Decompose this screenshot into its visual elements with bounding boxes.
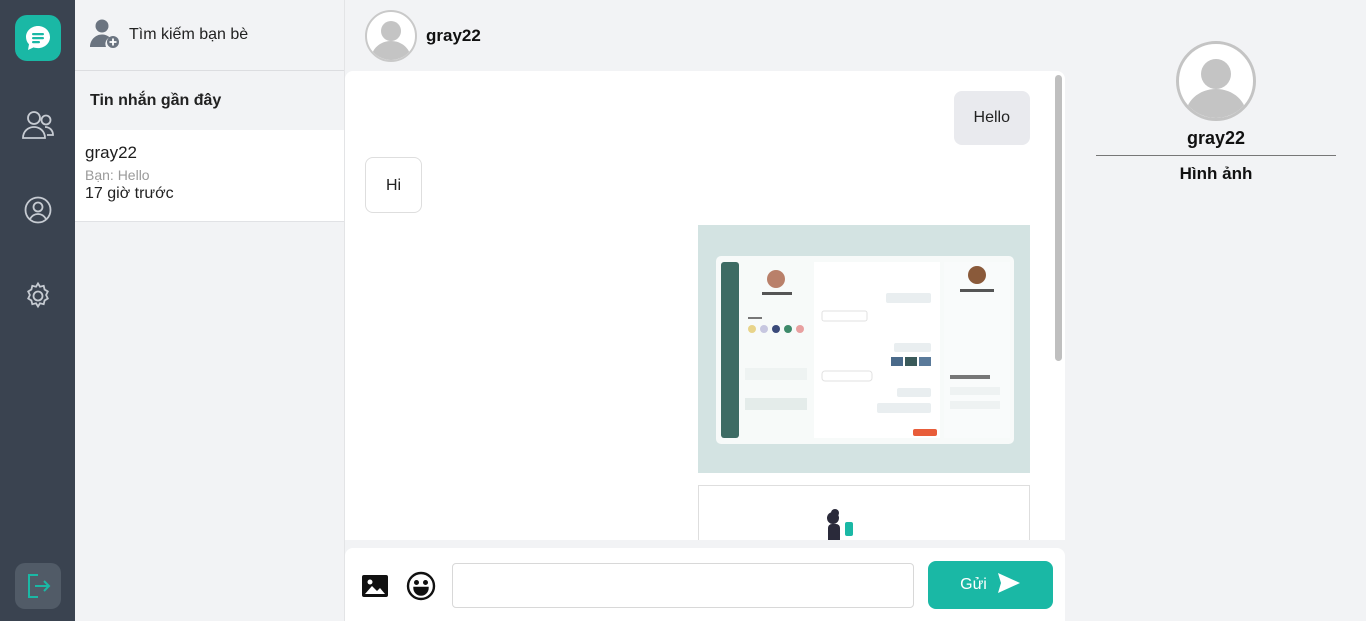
divider: [1096, 155, 1336, 156]
chat-bubble-icon[interactable]: [15, 15, 61, 61]
message-input[interactable]: [452, 563, 914, 608]
send-button-label: Gửi: [960, 576, 987, 593]
logout-icon[interactable]: [15, 563, 61, 609]
gear-icon[interactable]: [20, 278, 56, 314]
nav-rail: [0, 0, 75, 621]
recent-messages-title: Tin nhắn gần đây: [90, 91, 222, 109]
conversation-item[interactable]: gray22 Bạn: Hello 17 giờ trước: [75, 130, 344, 222]
conversation-name: gray22: [85, 143, 137, 162]
add-user-icon: [89, 17, 121, 54]
send-button[interactable]: Gửi: [928, 561, 1053, 609]
profile-panel: gray22 Hình ảnh: [1075, 0, 1366, 621]
user-circle-icon[interactable]: [20, 192, 56, 228]
image-icon[interactable]: [359, 570, 391, 602]
chat-app: Tìm kiếm bạn bè Tin nhắn gần đây gray22 …: [0, 0, 1366, 621]
image-message[interactable]: [698, 225, 1030, 473]
avatar[interactable]: [365, 9, 417, 62]
emoji-icon[interactable]: [405, 570, 437, 602]
message-composer: Gửi: [345, 548, 1065, 621]
contacts-panel: Tìm kiếm bạn bè Tin nhắn gần đây gray22 …: [75, 0, 345, 621]
chat-contact-name: gray22: [426, 25, 481, 45]
image-message[interactable]: [698, 485, 1030, 540]
message-scrollbar[interactable]: [1055, 75, 1062, 361]
conversation-preview: Bạn: Hello: [85, 167, 150, 183]
media-section-title: Hình ảnh: [1179, 164, 1253, 183]
chat-header: gray22: [345, 0, 1065, 71]
users-icon[interactable]: [20, 106, 56, 142]
profile-name: gray22: [1186, 128, 1246, 148]
search-friends-label: Tìm kiếm bạn bè: [129, 26, 249, 43]
outgoing-message: Hello: [953, 91, 1030, 145]
incoming-message: Hi: [365, 157, 422, 213]
message-list: Hello Hi: [345, 71, 1065, 540]
conversation-time: 17 giờ trước: [85, 185, 174, 202]
search-friends-button[interactable]: Tìm kiếm bạn bè: [75, 0, 344, 71]
send-icon: [997, 572, 1021, 599]
avatar: [1176, 41, 1256, 121]
